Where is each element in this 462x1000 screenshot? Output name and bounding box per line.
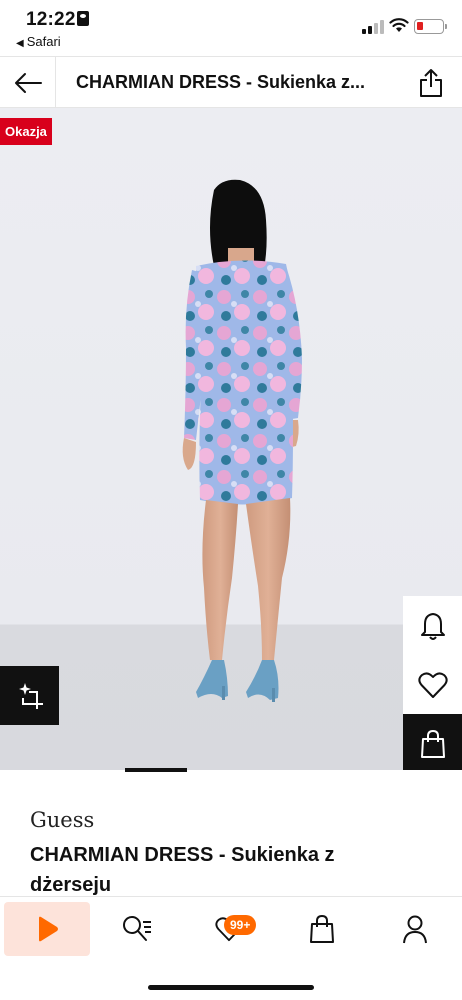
sparkle-crop-icon (18, 682, 43, 709)
product-image[interactable]: Okazja (0, 108, 462, 770)
back-button[interactable] (0, 57, 56, 108)
back-to-app-link[interactable]: ◀ Safari (16, 34, 61, 49)
bell-icon (420, 612, 445, 640)
product-name: CHARMIAN DRESS - Sukienka z dżerseju (30, 844, 335, 896)
share-icon (420, 68, 442, 97)
back-app-label: Safari (26, 34, 61, 49)
add-to-bag-button[interactable] (403, 714, 462, 770)
wishlist-add-button[interactable] (403, 655, 462, 714)
bag-icon (420, 729, 445, 758)
status-time: 12:22 (26, 9, 76, 30)
arrow-left-icon (14, 72, 42, 93)
user-icon (403, 915, 427, 944)
nav-bag[interactable] (279, 902, 365, 956)
bottom-navigation: 99+ (0, 896, 462, 1000)
notify-button[interactable] (403, 596, 462, 655)
side-action-bar (403, 596, 462, 770)
sale-badge: Okazja (0, 118, 52, 145)
nav-profile[interactable] (372, 902, 458, 956)
play-icon (39, 916, 58, 942)
product-header: CHARMIAN DRESS - Sukienka z... (0, 56, 462, 108)
cellular-signal-icon (362, 20, 384, 34)
focus-icon (77, 11, 89, 26)
nav-search[interactable] (94, 902, 180, 956)
find-similar-button[interactable] (0, 666, 59, 725)
page-title: CHARMIAN DRESS - Sukienka z... (76, 72, 366, 92)
wishlist-count-badge: 99+ (224, 915, 257, 935)
home-indicator (148, 985, 314, 990)
carousel-progress (0, 768, 462, 772)
carousel-progress-thumb (125, 768, 187, 772)
nav-wishlist[interactable]: 99+ (186, 902, 272, 956)
status-bar: 12:22 ◀ Safari (0, 0, 462, 56)
share-button[interactable] (400, 57, 462, 108)
search-list-icon (123, 916, 151, 941)
heart-icon (417, 671, 448, 698)
bag-icon (310, 914, 334, 943)
nav-home[interactable] (4, 902, 90, 956)
model-photo (182, 179, 302, 702)
wifi-icon (389, 18, 409, 32)
battery-icon (414, 19, 447, 34)
product-brand[interactable]: Guess (30, 808, 94, 832)
back-triangle-icon: ◀ (16, 38, 24, 49)
